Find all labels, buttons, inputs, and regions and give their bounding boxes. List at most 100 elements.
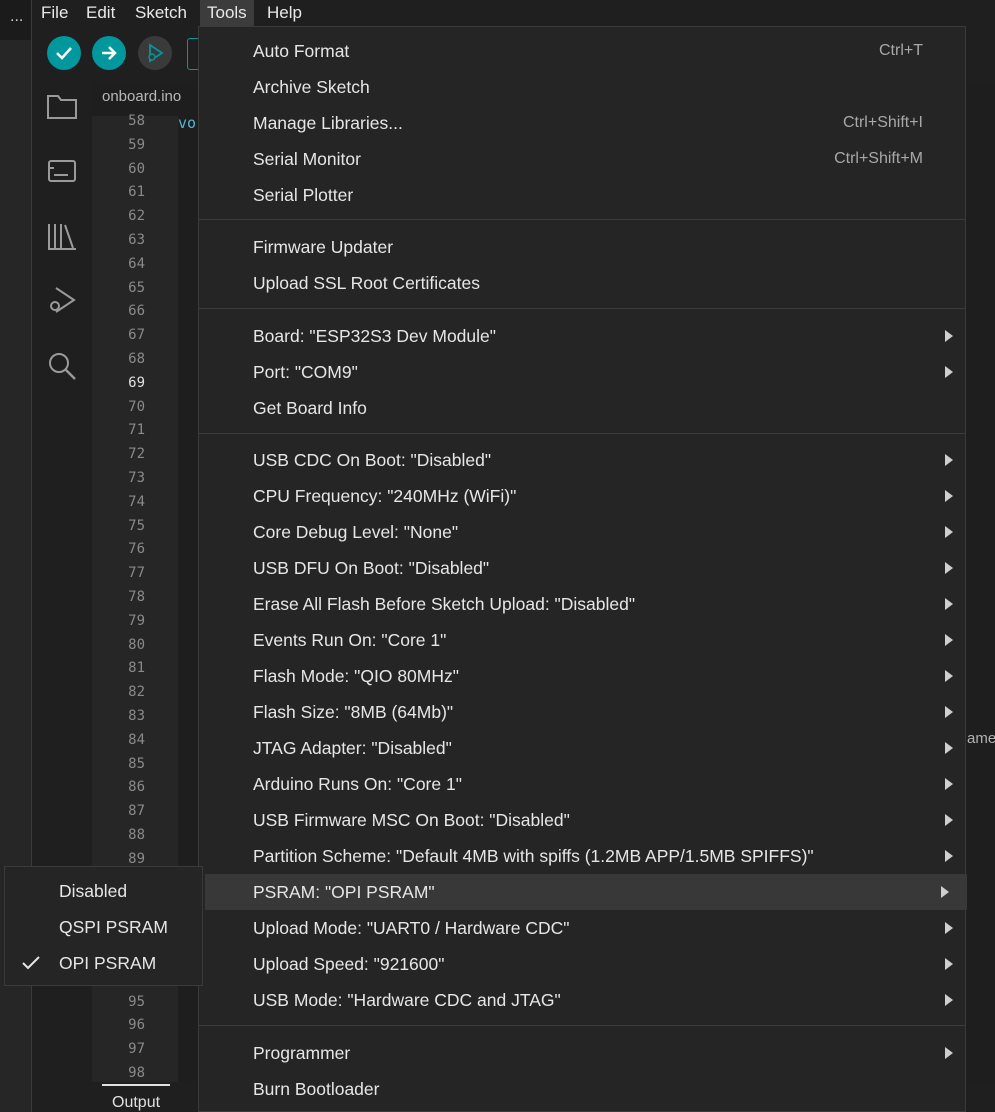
- line-number: 98: [128, 1065, 145, 1081]
- menu-item[interactable]: Board: "ESP32S3 Dev Module": [199, 318, 965, 354]
- menu-item-label: Core Debug Level: "None": [253, 522, 459, 542]
- menu-item-label: CPU Frequency: "240MHz (WiFi)": [253, 486, 517, 506]
- menu-item-label: USB DFU On Boot: "Disabled": [253, 558, 490, 578]
- line-number: 58: [128, 113, 145, 129]
- line-number: 89: [128, 850, 145, 867]
- menu-item[interactable]: PSRAM: "OPI PSRAM": [205, 874, 967, 910]
- submenu-arrow-icon: [945, 670, 953, 682]
- line-number: 85: [128, 755, 145, 772]
- submenu-arrow-icon: [945, 742, 953, 754]
- menu-item[interactable]: Partition Scheme: "Default 4MB with spif…: [199, 838, 965, 874]
- menu-item[interactable]: USB Firmware MSC On Boot: "Disabled": [199, 802, 965, 838]
- menu-item[interactable]: Upload SSL Root Certificates: [199, 265, 965, 301]
- menu-item[interactable]: CPU Frequency: "240MHz (WiFi)": [199, 478, 965, 514]
- menubar: File Edit Sketch Tools Help: [32, 0, 995, 26]
- submenu-arrow-icon: [945, 526, 953, 538]
- verify-button[interactable]: [47, 36, 81, 70]
- menu-item[interactable]: Burn Bootloader: [199, 1071, 965, 1107]
- menu-item[interactable]: USB DFU On Boot: "Disabled": [199, 550, 965, 586]
- boards-manager-button[interactable]: [46, 154, 78, 186]
- line-number: 75: [128, 517, 145, 534]
- line-number: 81: [128, 660, 145, 677]
- menu-edit[interactable]: Edit: [79, 0, 122, 26]
- menu-item-label: Get Board Info: [253, 398, 367, 418]
- menu-item[interactable]: Programmer: [199, 1035, 965, 1071]
- folder-icon: [47, 95, 77, 119]
- search-button[interactable]: [46, 350, 78, 382]
- menu-item[interactable]: Flash Mode: "QIO 80MHz": [199, 658, 965, 694]
- sketchbook-button[interactable]: [46, 90, 78, 122]
- menu-item-label: Erase All Flash Before Sketch Upload: "D…: [253, 594, 636, 614]
- submenu-item[interactable]: Disabled: [5, 873, 202, 909]
- menu-item-shortcut: Ctrl+Shift+I: [842, 114, 923, 131]
- menu-item-label: Firmware Updater: [253, 237, 394, 257]
- upload-icon: [102, 46, 117, 60]
- submenu-item[interactable]: OPI PSRAM: [5, 945, 202, 981]
- submenu-arrow-icon: [945, 1047, 953, 1059]
- menu-sketch[interactable]: Sketch: [128, 0, 194, 26]
- menu-help[interactable]: Help: [260, 0, 309, 26]
- line-number: 88: [128, 827, 145, 843]
- menu-item[interactable]: JTAG Adapter: "Disabled": [199, 730, 965, 766]
- line-number: 67: [128, 327, 145, 344]
- line-number: 72: [128, 446, 145, 463]
- menu-item[interactable]: Upload Speed: "921600": [199, 946, 965, 982]
- menu-item-label: PSRAM: "OPI PSRAM": [253, 882, 435, 902]
- menu-item[interactable]: Firmware Updater: [199, 229, 965, 265]
- menu-item[interactable]: USB CDC On Boot: "Disabled": [199, 442, 965, 478]
- editor-right-fragment: ame: [967, 730, 995, 747]
- menu-separator: [199, 1025, 965, 1026]
- menu-item-label: Upload Speed: "921600": [253, 954, 445, 974]
- menu-item[interactable]: Core Debug Level: "None": [199, 514, 965, 550]
- line-number: 78: [128, 589, 145, 605]
- menu-item[interactable]: Archive Sketch: [199, 69, 965, 105]
- line-number: 77: [128, 565, 145, 582]
- submenu-item[interactable]: QSPI PSRAM: [5, 909, 202, 945]
- menu-item[interactable]: Events Run On: "Core 1": [199, 622, 965, 658]
- submenu-arrow-icon: [945, 330, 953, 342]
- menu-tools[interactable]: Tools: [200, 0, 254, 26]
- library-icon: [48, 224, 76, 250]
- verify-icon: [56, 47, 72, 60]
- library-manager-button[interactable]: [46, 220, 78, 252]
- menu-item[interactable]: USB Mode: "Hardware CDC and JTAG": [199, 982, 965, 1018]
- line-number: 59: [128, 136, 145, 153]
- menu-item[interactable]: Port: "COM9": [199, 354, 965, 390]
- line-number: 76: [128, 541, 145, 558]
- menu-item[interactable]: Auto Format Ctrl+T: [199, 33, 965, 69]
- submenu-arrow-icon: [945, 994, 953, 1006]
- line-number: 97: [128, 1041, 145, 1058]
- menu-item[interactable]: Manage Libraries... Ctrl+Shift+I: [199, 105, 965, 141]
- menu-item-label: Auto Format: [253, 41, 350, 61]
- line-number: 74: [128, 493, 145, 510]
- menu-item-label: Serial Plotter: [253, 185, 354, 205]
- submenu-arrow-icon: [945, 706, 953, 718]
- menu-item-label: Manage Libraries...: [253, 113, 403, 133]
- tab-output[interactable]: Output: [102, 1084, 171, 1112]
- line-number: 60: [128, 160, 145, 177]
- menu-item-label: USB Firmware MSC On Boot: "Disabled": [253, 810, 570, 830]
- menu-item[interactable]: Serial Plotter: [199, 177, 965, 213]
- menu-item[interactable]: Get Board Info: [199, 390, 965, 426]
- menu-file[interactable]: File: [34, 0, 75, 26]
- menu-item[interactable]: Serial Monitor Ctrl+Shift+M: [199, 141, 965, 177]
- tab-onboard[interactable]: onboard.ino: [102, 88, 181, 105]
- menu-item-label: USB CDC On Boot: "Disabled": [253, 450, 492, 470]
- menu-item-shortcut: Ctrl+T: [879, 42, 923, 59]
- submenu-arrow-icon: [945, 490, 953, 502]
- overflow-ellipsis[interactable]: ...: [10, 8, 23, 26]
- debug-sidebar-button[interactable]: [46, 284, 78, 316]
- menu-item[interactable]: Flash Size: "8MB (64Mb)": [199, 694, 965, 730]
- upload-button[interactable]: [92, 36, 126, 70]
- line-number: 62: [128, 208, 145, 225]
- menu-item[interactable]: Arduino Runs On: "Core 1": [199, 766, 965, 802]
- menu-item[interactable]: Upload Mode: "UART0 / Hardware CDC": [199, 910, 965, 946]
- line-number: 71: [128, 422, 145, 439]
- line-number: 79: [128, 612, 145, 629]
- menu-item[interactable]: Erase All Flash Before Sketch Upload: "D…: [199, 586, 965, 622]
- menu-separator: [199, 308, 965, 309]
- line-number: 68: [128, 351, 145, 367]
- line-number: 64: [128, 255, 145, 272]
- line-number: 69: [128, 374, 145, 391]
- debug-button[interactable]: [138, 36, 172, 70]
